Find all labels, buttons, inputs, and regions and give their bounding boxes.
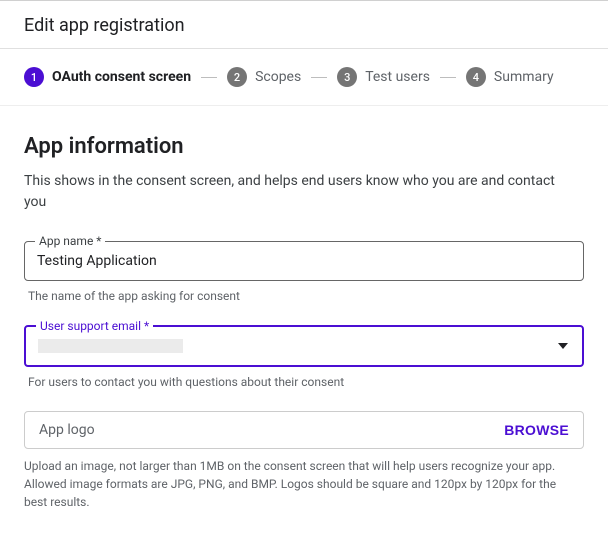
- support-email-field[interactable]: User support email *: [24, 325, 584, 367]
- step-number: 2: [227, 67, 247, 87]
- page-title: Edit app registration: [0, 0, 608, 49]
- chevron-down-icon[interactable]: [558, 343, 568, 349]
- step-label: OAuth consent screen: [52, 69, 191, 85]
- step-number: 1: [24, 67, 44, 87]
- section-heading: App information: [24, 134, 584, 159]
- app-logo-helper: Upload an image, not larger than 1MB on …: [24, 457, 564, 511]
- step-separator: [311, 77, 327, 78]
- browse-button[interactable]: BROWSE: [504, 422, 569, 438]
- support-email-value[interactable]: [38, 339, 183, 353]
- step-test-users[interactable]: 3 Test users: [337, 67, 430, 87]
- step-label: Summary: [494, 69, 554, 85]
- app-name-field[interactable]: App name * Testing Application: [24, 241, 584, 281]
- content-area: App information This shows in the consen…: [0, 106, 608, 511]
- step-summary[interactable]: 4 Summary: [466, 67, 554, 87]
- support-email-helper: For users to contact you with questions …: [28, 375, 580, 389]
- section-description: This shows in the consent screen, and he…: [24, 171, 564, 213]
- support-email-label: User support email *: [36, 319, 153, 333]
- step-number: 4: [466, 67, 486, 87]
- step-label: Test users: [365, 69, 430, 85]
- app-logo-field: App logo BROWSE: [24, 411, 584, 449]
- step-separator: [440, 77, 456, 78]
- app-name-label: App name *: [35, 234, 105, 248]
- app-name-helper: The name of the app asking for consent: [28, 289, 580, 303]
- step-label: Scopes: [255, 69, 301, 85]
- step-number: 3: [337, 67, 357, 87]
- app-logo-label: App logo: [39, 422, 95, 438]
- app-name-value[interactable]: Testing Application: [37, 253, 157, 269]
- step-scopes[interactable]: 2 Scopes: [227, 67, 301, 87]
- stepper: 1 OAuth consent screen 2 Scopes 3 Test u…: [0, 49, 608, 106]
- step-separator: [201, 77, 217, 78]
- step-oauth-consent[interactable]: 1 OAuth consent screen: [24, 67, 191, 87]
